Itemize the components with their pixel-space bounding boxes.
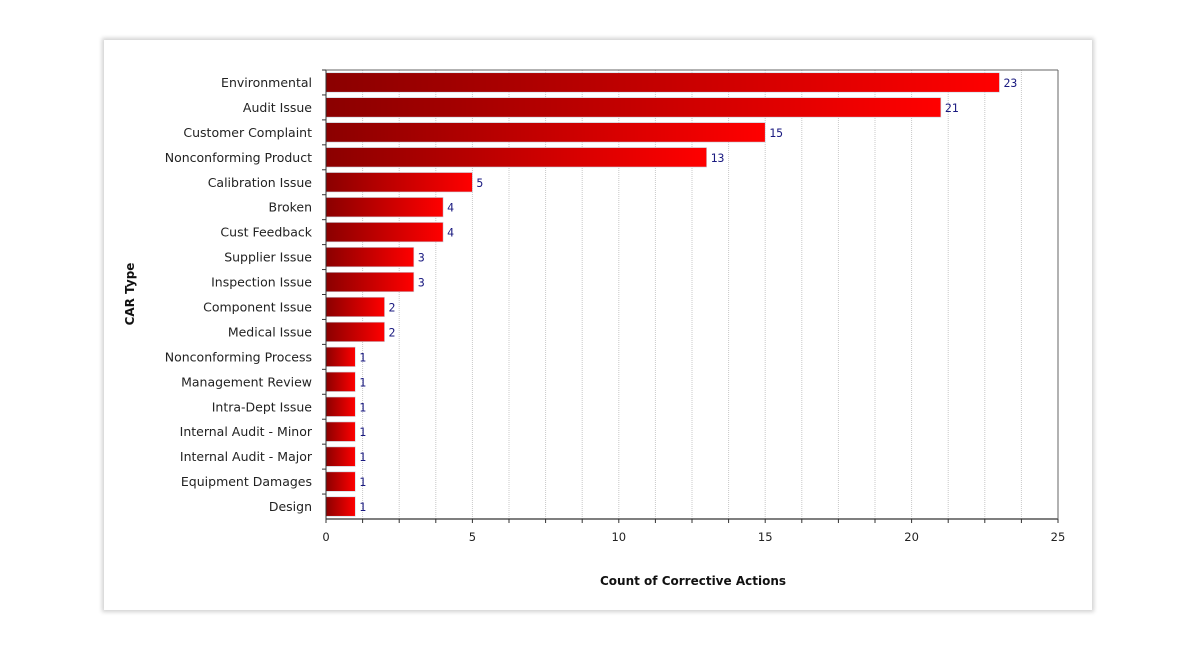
bar: [325, 197, 444, 218]
value-label: 1: [359, 500, 366, 514]
category-label: Medical Issue: [228, 324, 312, 339]
value-label: 1: [359, 375, 366, 389]
category-label: Customer Complaint: [183, 125, 312, 140]
category-label: Inspection Issue: [211, 275, 312, 290]
bar: [325, 72, 1000, 93]
category-label: Internal Audit - Minor: [180, 424, 313, 439]
value-label: 1: [359, 475, 366, 489]
category-label: Intra-Dept Issue: [212, 399, 313, 414]
value-label: 2: [389, 325, 396, 339]
category-label: Calibration Issue: [208, 175, 313, 190]
value-label: 3: [418, 251, 425, 265]
bar: [325, 247, 415, 268]
value-label: 5: [476, 176, 483, 190]
x-tick-label: 10: [611, 530, 626, 544]
bar: [325, 271, 415, 293]
category-label: Cust Feedback: [220, 225, 312, 240]
category-label: Nonconforming Product: [165, 150, 312, 165]
value-label: 3: [418, 276, 425, 290]
category-label: Component Issue: [203, 299, 312, 314]
bar: [325, 222, 444, 243]
value-label: 4: [447, 201, 454, 215]
value-label: 21: [945, 101, 959, 115]
bar: [325, 296, 385, 318]
x-axis-title: Count of Corrective Actions: [600, 574, 786, 588]
bar: [325, 446, 356, 467]
value-label: 4: [447, 226, 454, 240]
bar: [325, 396, 356, 417]
bar: [325, 421, 356, 442]
category-label: Audit Issue: [243, 100, 312, 115]
value-label: 13: [711, 151, 725, 165]
value-label: 23: [1003, 76, 1017, 90]
category-label: Broken: [269, 200, 313, 215]
value-label: 1: [359, 350, 366, 364]
bar: [325, 97, 942, 118]
category-label: Supplier Issue: [224, 250, 312, 265]
bar: [325, 122, 766, 143]
value-label: 1: [359, 400, 366, 414]
x-tick-label: 5: [469, 530, 476, 544]
x-tick-label: 0: [322, 530, 329, 544]
x-tick-label: 25: [1051, 530, 1066, 544]
category-label: Internal Audit - Major: [180, 449, 313, 464]
bar: [325, 147, 707, 168]
category-label: Design: [269, 499, 312, 514]
category-label: Management Review: [181, 374, 312, 389]
category-label: Equipment Damages: [181, 474, 312, 489]
value-label: 1: [359, 425, 366, 439]
bar: [325, 496, 356, 517]
value-label: 1: [359, 450, 366, 464]
value-label: 2: [389, 300, 396, 314]
bar: [325, 172, 473, 193]
bar: [325, 321, 385, 342]
y-axis-title: CAR Type: [123, 263, 137, 326]
x-tick-label: 15: [758, 530, 773, 544]
category-label: Environmental: [221, 75, 312, 90]
x-tick-label: 20: [904, 530, 919, 544]
value-label: 15: [769, 126, 783, 140]
bar: [325, 471, 356, 492]
bar-chart: Environmental 23Audit Issue 21Customer Com…: [123, 69, 1066, 588]
category-label: Nonconforming Process: [165, 349, 312, 364]
bar: [325, 371, 356, 392]
bar: [325, 346, 356, 367]
